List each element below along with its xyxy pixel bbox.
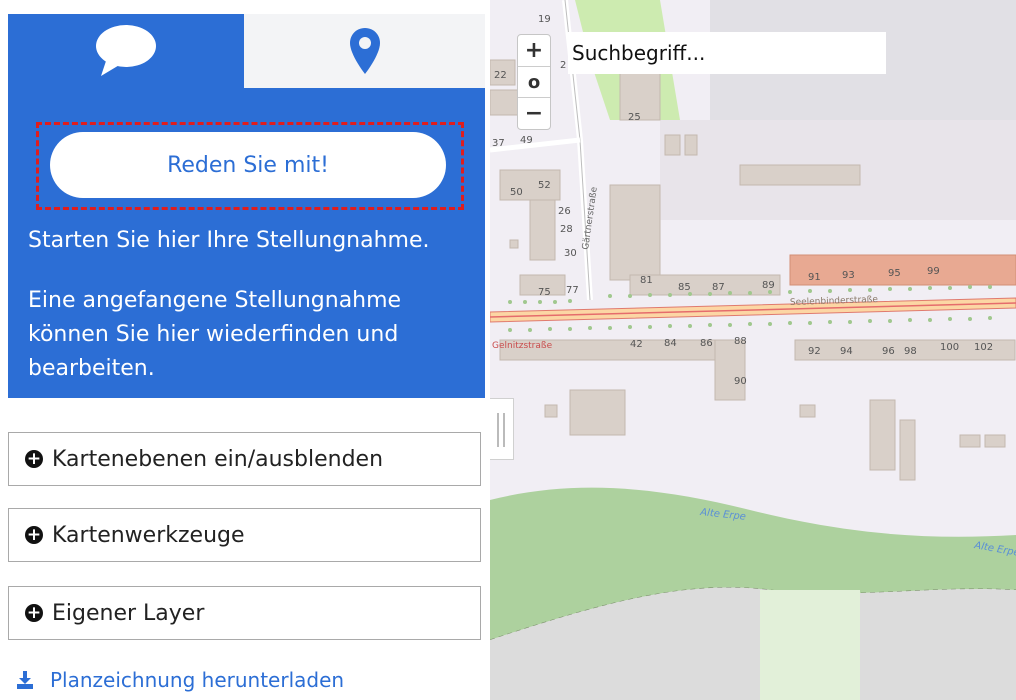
house-number: 86 [700,338,713,349]
house-number: 95 [888,268,901,279]
house-number: 30 [564,248,577,259]
house-number: 19 [538,14,551,25]
house-number: 2 [560,60,566,71]
house-number: 84 [664,338,677,349]
tab-statements[interactable] [8,14,244,88]
grip-line [497,413,499,447]
house-number: 93 [842,270,855,281]
tab-location[interactable] [244,14,485,88]
accordion-label: Kartenwerkzeuge [52,522,245,548]
house-number: 90 [734,376,747,387]
accordion-own-layer[interactable]: + Eigener Layer [8,586,481,640]
house-number: 99 [927,266,940,277]
sidebar: Reden Sie mit! Starten Sie hier Ihre Ste… [0,0,490,700]
intro-text: Starten Sie hier Ihre Stellungnahme. [28,228,430,253]
house-number: 102 [974,342,993,353]
speech-bubble-icon [96,25,156,76]
house-number: 75 [538,287,551,298]
street-label-gelnitz: Gelnitzstraße [492,341,553,351]
map-canvas[interactable]: 19 22 2 25 49 50 52 26 28 30 75 77 81 85… [490,0,1016,700]
zoom-out-button[interactable]: − [518,97,550,128]
house-number: 37 [492,138,505,149]
download-plan-link[interactable]: Planzeichnung herunterladen [16,668,344,692]
accordion-label: Kartenebenen ein/ausblenden [52,446,384,472]
participate-button[interactable]: Reden Sie mit! [50,132,446,198]
house-number: 22 [494,70,507,81]
house-number: 92 [808,346,821,357]
house-number: 77 [566,285,579,296]
house-number: 26 [558,206,571,217]
house-number: 50 [510,187,523,198]
house-number: 100 [940,342,959,353]
house-number: 85 [678,282,691,293]
plus-circle-icon: + [25,603,43,623]
download-label: Planzeichnung herunterladen [50,668,345,692]
plus-circle-icon: + [25,525,43,545]
house-number: 49 [520,135,533,146]
house-number: 87 [712,282,725,293]
zoom-control: + o − [517,34,551,130]
house-number: 91 [808,272,821,283]
house-number: 96 [882,346,895,357]
house-number: 28 [560,224,573,235]
house-number: 98 [904,346,917,357]
house-number: 88 [734,336,747,347]
map-view[interactable]: 19 22 2 25 49 50 52 26 28 30 75 77 81 85… [490,0,1016,700]
house-number: 42 [630,339,643,350]
statement-panel: Reden Sie mit! Starten Sie hier Ihre Ste… [8,14,485,398]
resume-text: Eine angefangene Stellungnahme können Si… [28,288,402,381]
house-number: 89 [762,280,775,291]
download-icon [17,671,33,689]
accordion-label: Eigener Layer [52,600,205,626]
grip-line [503,413,505,447]
house-number: 25 [628,112,641,123]
plus-circle-icon: + [25,449,43,469]
sidebar-drag-handle[interactable] [490,398,514,460]
zoom-reset-button[interactable]: o [518,66,550,97]
house-number: 52 [538,180,551,191]
house-number: 81 [640,275,653,286]
map-search-input[interactable] [568,32,886,74]
map-pin-icon [349,28,380,74]
zoom-in-button[interactable]: + [518,35,550,65]
accordion-map-layers[interactable]: + Kartenebenen ein/ausblenden [8,432,481,486]
house-number: 94 [840,346,853,357]
accordion-map-tools[interactable]: + Kartenwerkzeuge [8,508,481,562]
